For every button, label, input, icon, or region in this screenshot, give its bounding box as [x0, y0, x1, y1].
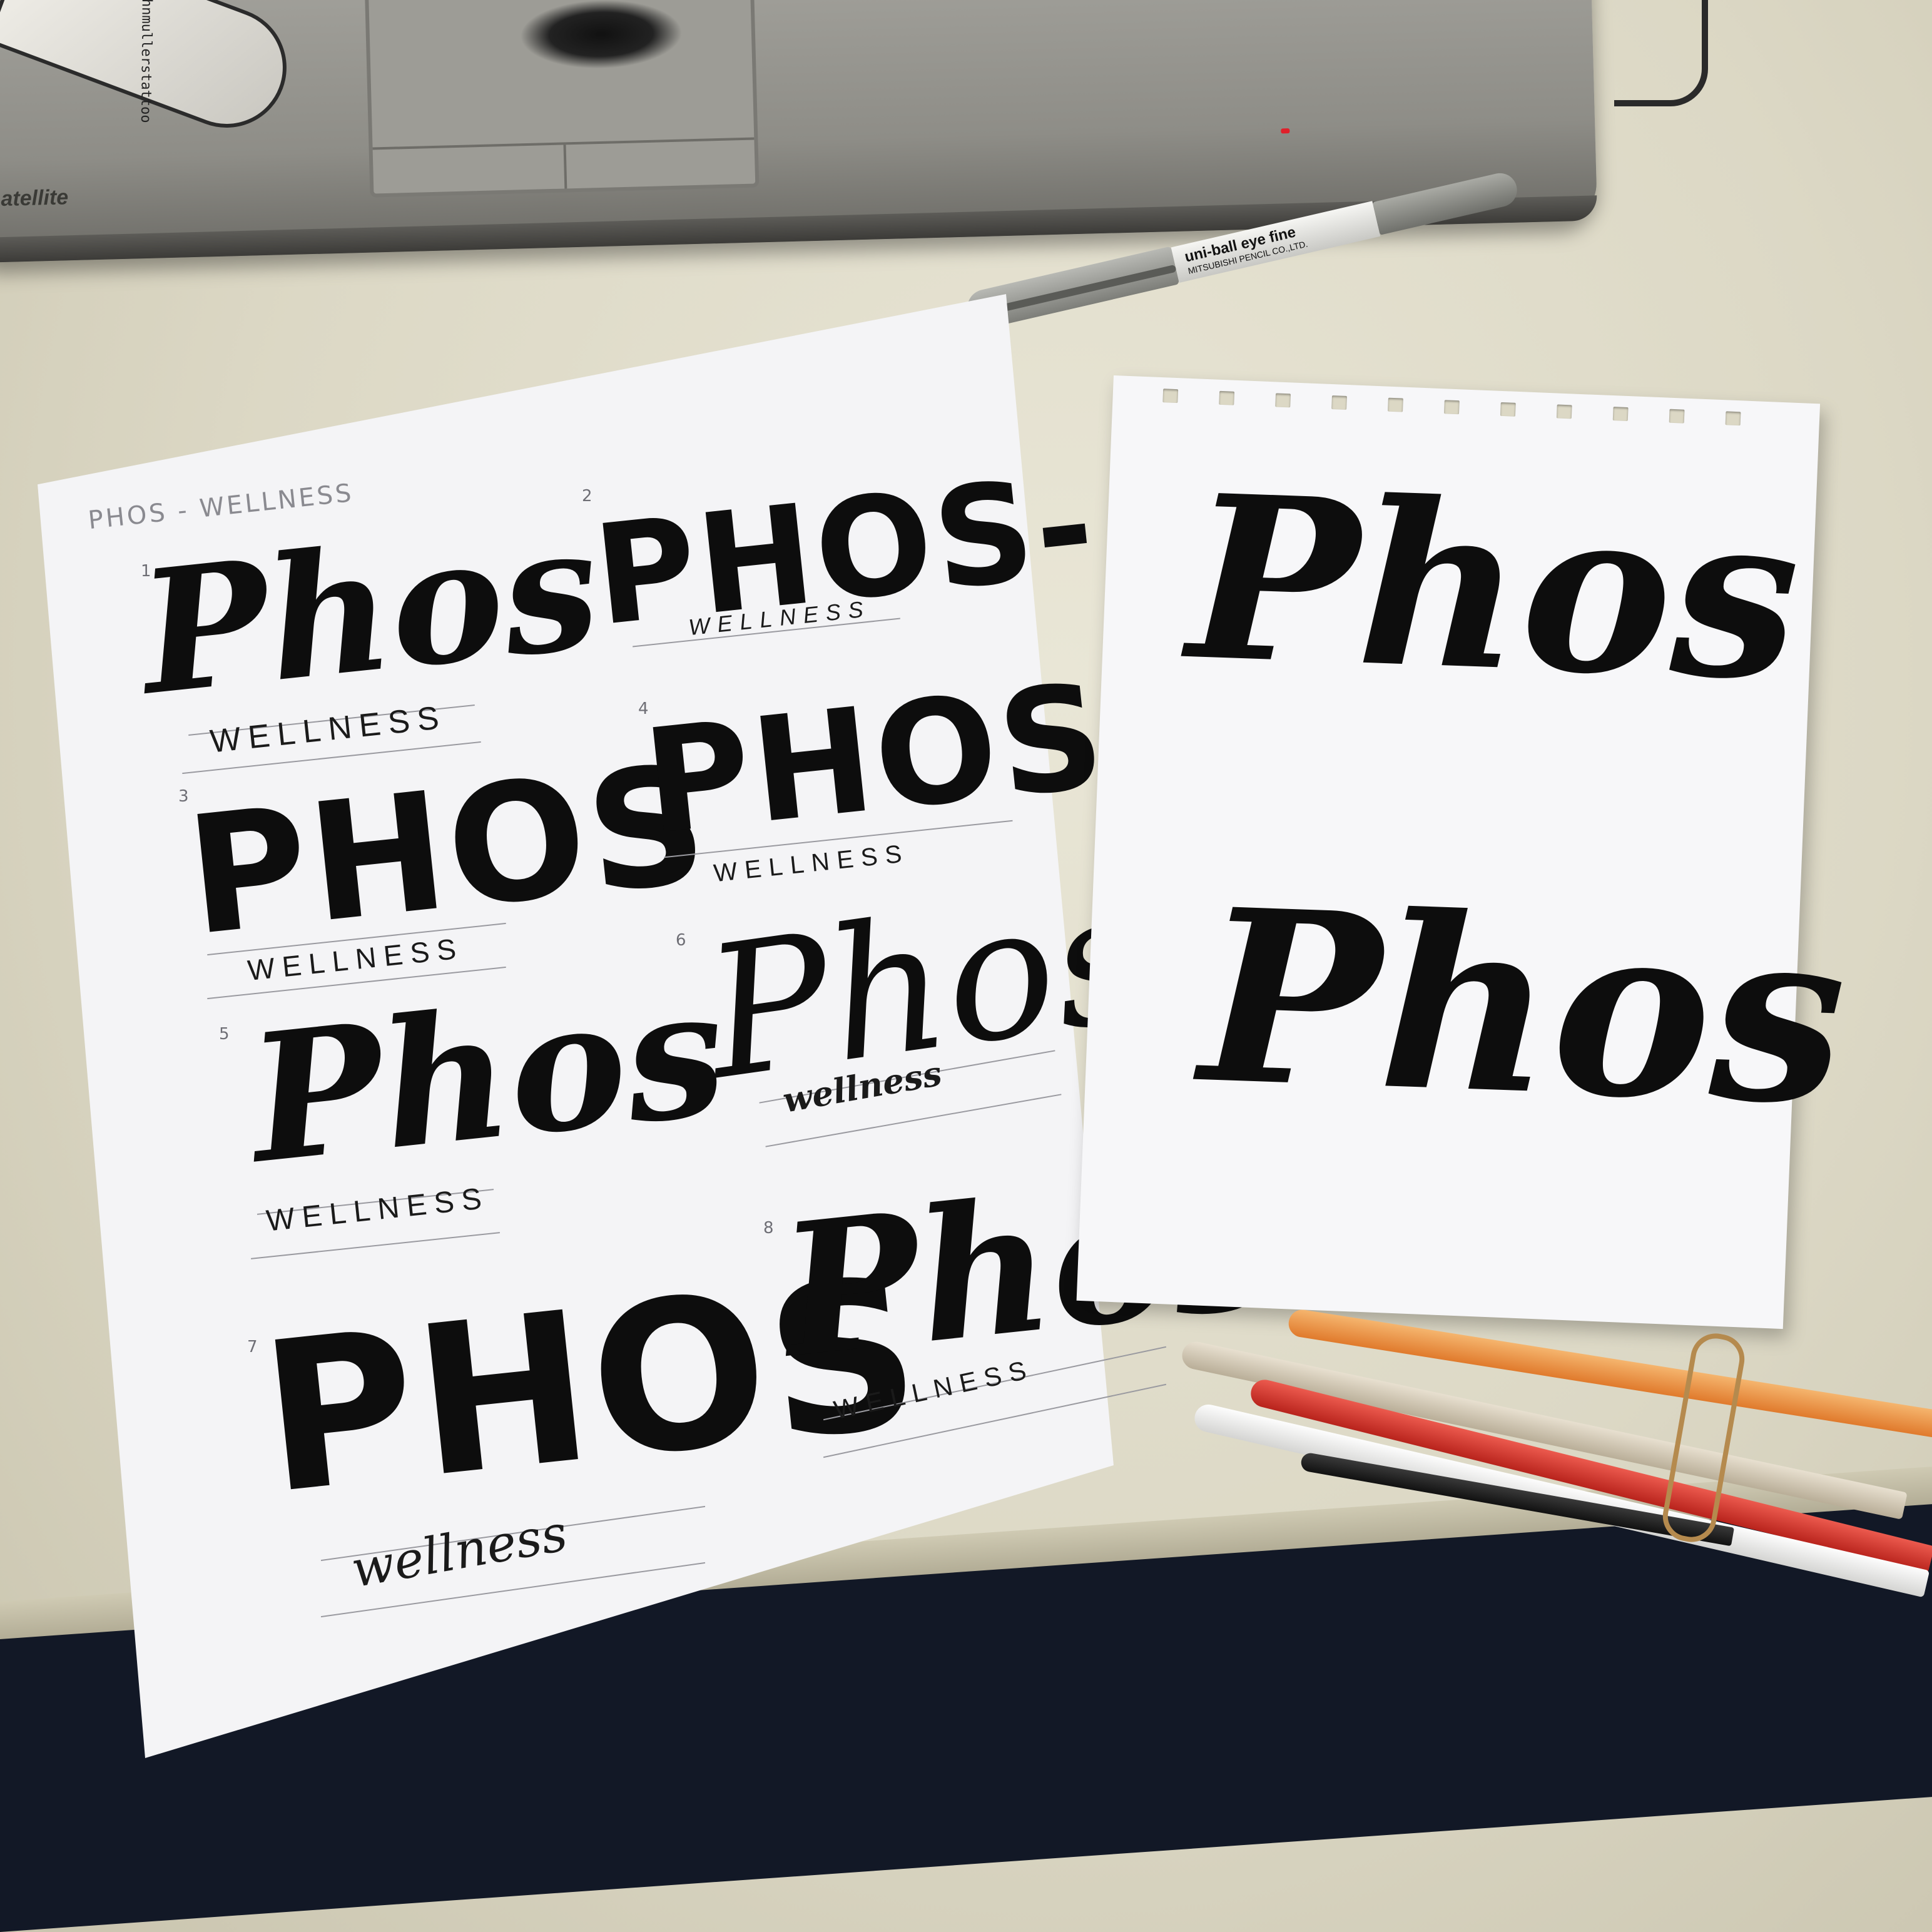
spiral-hole: [1388, 397, 1403, 412]
sketch-number: 6: [676, 931, 686, 950]
spiral-hole: [1669, 409, 1685, 424]
spiral-hole: [1331, 395, 1347, 410]
pencil-bundle: [1179, 1295, 1932, 1598]
final-wordmark-bottom: Phos: [1196, 856, 1850, 1158]
spiral-hole: [1443, 400, 1460, 415]
sketch-number: 8: [763, 1219, 774, 1238]
final-wordmark-top: Phos: [1184, 445, 1804, 731]
touchpad-button-split: [563, 145, 567, 189]
laptop-cable: [1614, 0, 1708, 106]
spiral-hole: [1275, 393, 1291, 408]
touchpad: [364, 0, 760, 198]
laptop-power-led: [1281, 128, 1290, 134]
sticker-text: ©johnmullerstattoo: [137, 0, 155, 123]
spiral-hole: [1500, 402, 1516, 417]
sketch-number: 5: [219, 1025, 230, 1044]
bomb-sticker: ©johnmullerstattoo: [0, 0, 304, 145]
spiral-hole: [1612, 407, 1629, 422]
sketch-wordmark: Phos: [240, 948, 735, 1203]
spiral-hole: [1556, 404, 1572, 419]
sketch-wordmark: Phos: [131, 487, 608, 733]
touchpad-smudge: [519, 0, 684, 71]
spiral-hole: [1219, 390, 1235, 405]
spiral-hole: [1162, 389, 1179, 404]
laptop-brand-text: atellite: [0, 185, 69, 211]
spiral-hole: [1725, 411, 1741, 426]
photo-scene: ©johnmullerstattoo atellite uni-ball eye…: [0, 0, 1932, 1932]
